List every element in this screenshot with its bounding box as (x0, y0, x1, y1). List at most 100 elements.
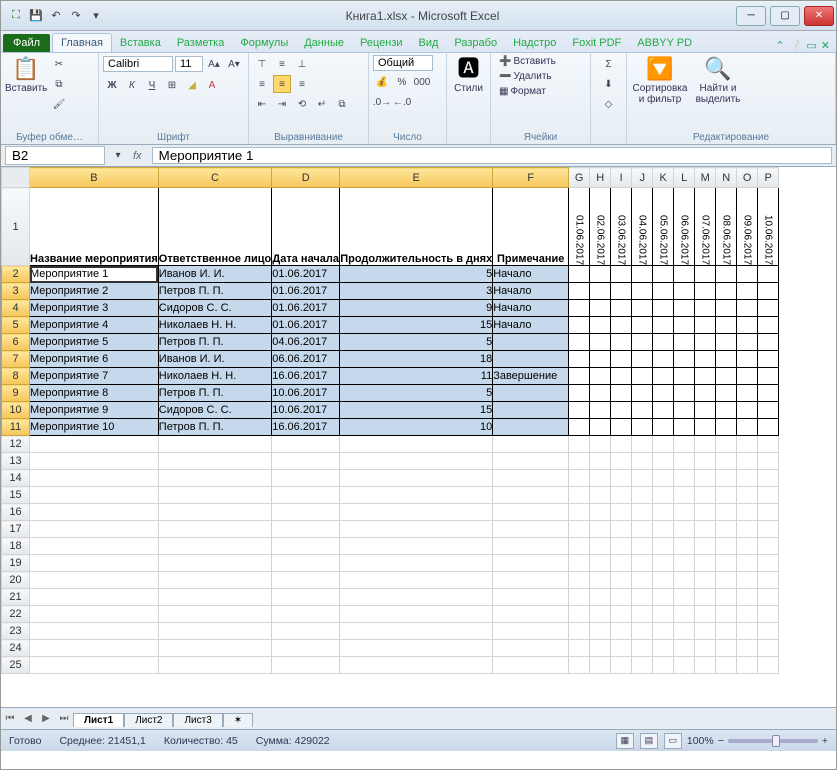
empty-cell[interactable] (493, 640, 569, 657)
empty-cell[interactable] (716, 606, 737, 623)
increase-decimal-icon[interactable]: .0→ (373, 93, 391, 111)
empty-cell[interactable] (674, 640, 695, 657)
empty-cell[interactable] (716, 470, 737, 487)
minimize-button[interactable]: ─ (736, 6, 766, 26)
empty-cell[interactable] (590, 470, 611, 487)
empty-cell[interactable] (493, 606, 569, 623)
gantt-cell[interactable] (758, 300, 779, 317)
empty-cell[interactable] (653, 504, 674, 521)
empty-cell[interactable] (716, 436, 737, 453)
row-header[interactable]: 4 (2, 300, 30, 317)
cell-note[interactable]: Начало (493, 266, 569, 283)
gantt-cell[interactable] (758, 266, 779, 283)
empty-cell[interactable] (590, 589, 611, 606)
row-header[interactable]: 6 (2, 334, 30, 351)
empty-cell[interactable] (653, 487, 674, 504)
empty-cell[interactable] (569, 470, 590, 487)
empty-cell[interactable] (695, 487, 716, 504)
empty-cell[interactable] (340, 521, 493, 538)
empty-cell[interactable] (737, 589, 758, 606)
empty-cell[interactable] (716, 521, 737, 538)
empty-cell[interactable] (272, 657, 340, 674)
date-header[interactable]: 02.06.2017 (590, 188, 611, 266)
sheet-nav-next-icon[interactable]: ▶ (37, 713, 55, 724)
paste-button[interactable]: 📋 Вставить (5, 55, 47, 94)
empty-cell[interactable] (674, 589, 695, 606)
empty-cell[interactable] (758, 504, 779, 521)
empty-cell[interactable] (272, 623, 340, 640)
gantt-cell[interactable] (758, 385, 779, 402)
empty-cell[interactable] (158, 589, 271, 606)
empty-cell[interactable] (340, 572, 493, 589)
empty-cell[interactable] (158, 470, 271, 487)
col-header[interactable]: C (158, 168, 271, 188)
gantt-cell[interactable] (653, 317, 674, 334)
empty-cell[interactable] (653, 640, 674, 657)
empty-cell[interactable] (30, 470, 159, 487)
number-format-select[interactable] (373, 55, 433, 71)
gantt-cell[interactable] (674, 351, 695, 368)
gantt-cell[interactable] (674, 283, 695, 300)
zoom-slider[interactable] (728, 739, 818, 743)
gantt-cell[interactable] (569, 283, 590, 300)
gantt-cell[interactable] (674, 385, 695, 402)
empty-cell[interactable] (611, 453, 632, 470)
col-header[interactable]: P (758, 168, 779, 188)
gantt-cell[interactable] (695, 300, 716, 317)
cut-icon[interactable]: ✂ (50, 55, 68, 73)
wrap-text-icon[interactable]: ↵ (313, 95, 331, 113)
empty-cell[interactable] (611, 623, 632, 640)
empty-cell[interactable] (158, 640, 271, 657)
empty-cell[interactable] (272, 640, 340, 657)
cell-duration[interactable]: 15 (340, 402, 493, 419)
gantt-cell[interactable] (611, 317, 632, 334)
decrease-indent-icon[interactable]: ⇤ (253, 95, 271, 113)
empty-cell[interactable] (716, 623, 737, 640)
empty-cell[interactable] (272, 606, 340, 623)
gantt-cell[interactable] (590, 419, 611, 436)
empty-cell[interactable] (674, 470, 695, 487)
styles-button[interactable]: 🅰 Стили (451, 55, 486, 94)
merge-icon[interactable]: ⧉ (333, 95, 351, 113)
row-header[interactable]: 12 (2, 436, 30, 453)
doc-close-icon[interactable]: ✕ (821, 39, 830, 52)
empty-cell[interactable] (632, 436, 653, 453)
empty-cell[interactable] (569, 623, 590, 640)
cell-duration[interactable]: 5 (340, 385, 493, 402)
empty-cell[interactable] (674, 538, 695, 555)
row-header[interactable]: 7 (2, 351, 30, 368)
empty-cell[interactable] (340, 504, 493, 521)
view-page-layout-icon[interactable]: ▤ (640, 733, 658, 749)
align-top-icon[interactable]: ⊤ (253, 55, 271, 73)
cell-person[interactable]: Иванов И. И. (158, 266, 271, 283)
cell-name[interactable]: Мероприятие 2 (30, 283, 159, 300)
sort-filter-button[interactable]: 🔽 Сортировка и фильтр (631, 55, 689, 105)
empty-cell[interactable] (632, 538, 653, 555)
empty-cell[interactable] (569, 436, 590, 453)
empty-cell[interactable] (758, 572, 779, 589)
gantt-cell[interactable] (674, 368, 695, 385)
sheet-tab[interactable]: Лист2 (124, 713, 173, 727)
empty-cell[interactable] (716, 453, 737, 470)
empty-cell[interactable] (569, 589, 590, 606)
gantt-cell[interactable] (674, 317, 695, 334)
empty-cell[interactable] (653, 470, 674, 487)
empty-cell[interactable] (632, 470, 653, 487)
empty-cell[interactable] (674, 436, 695, 453)
gantt-cell[interactable] (590, 283, 611, 300)
fill-color-icon[interactable]: ◢ (183, 76, 201, 94)
gantt-cell[interactable] (590, 402, 611, 419)
fill-icon[interactable]: ⬇ (600, 75, 618, 93)
empty-cell[interactable] (611, 521, 632, 538)
empty-cell[interactable] (695, 453, 716, 470)
empty-cell[interactable] (493, 572, 569, 589)
gantt-cell[interactable] (590, 334, 611, 351)
cell-name[interactable]: Мероприятие 7 (30, 368, 159, 385)
empty-cell[interactable] (590, 606, 611, 623)
font-name-input[interactable] (103, 56, 173, 72)
autosum-icon[interactable]: Σ (600, 55, 618, 73)
empty-cell[interactable] (272, 572, 340, 589)
empty-cell[interactable] (493, 623, 569, 640)
empty-cell[interactable] (590, 657, 611, 674)
col-header[interactable]: H (590, 168, 611, 188)
